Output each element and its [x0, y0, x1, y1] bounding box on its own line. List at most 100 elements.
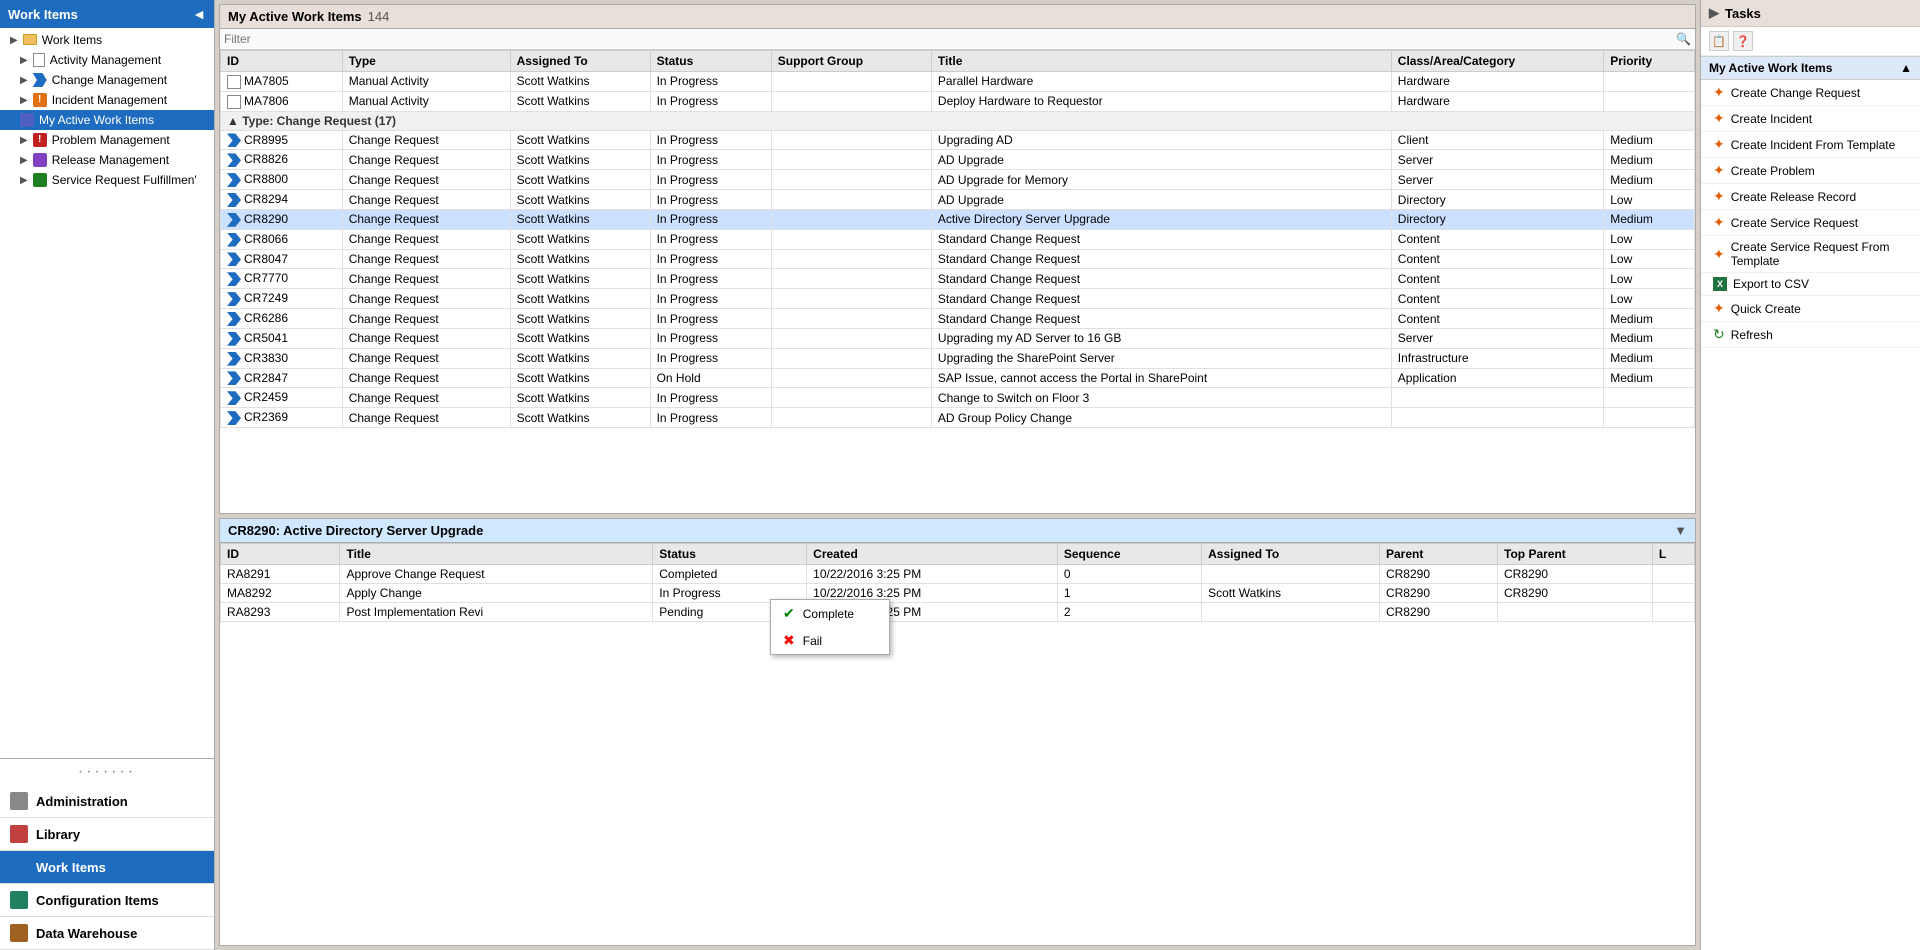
sidebar-bottom-data-warehouse[interactable]: Data Warehouse	[0, 917, 214, 950]
table-row[interactable]: CR8294 Change Request Scott Watkins In P…	[221, 190, 1695, 210]
cr-icon	[227, 233, 241, 247]
action-create-service-request[interactable]: ✦Create Service Request	[1701, 210, 1920, 236]
tasks-header: ▶ Tasks	[1701, 0, 1920, 27]
collapse-detail-btn[interactable]: ▼	[1674, 523, 1687, 538]
table-row[interactable]: CR5041 Change Request Scott Watkins In P…	[221, 328, 1695, 348]
table-row[interactable]: CR2847 Change Request Scott Watkins On H…	[221, 368, 1695, 388]
sidebar-item-my-active-work-items[interactable]: My Active Work Items	[0, 110, 214, 130]
action-label: Create Change Request	[1731, 86, 1860, 100]
action-create-incident-from-template[interactable]: ✦Create Incident From Template	[1701, 132, 1920, 158]
action-create-release-record[interactable]: ✦Create Release Record	[1701, 184, 1920, 210]
detail-table-container[interactable]: ID Title Status Created Sequence Assigne…	[220, 543, 1695, 945]
context-menu-fail[interactable]: ✖ Fail	[771, 627, 889, 654]
sidebar-bottom-configuration-items[interactable]: Configuration Items	[0, 884, 214, 917]
table-row[interactable]: CR8290 Change Request Scott Watkins In P…	[221, 209, 1695, 229]
col-status: Status	[650, 51, 771, 72]
sidebar-bottom-work-items[interactable]: Work Items	[0, 851, 214, 884]
cell-class: Client	[1391, 130, 1603, 150]
action-create-incident[interactable]: ✦Create Incident	[1701, 106, 1920, 132]
sidebar-bottom-administration[interactable]: Administration	[0, 785, 214, 818]
cell-id: CR7249	[221, 289, 343, 309]
sidebar-item-problem-management[interactable]: ▶ ! Problem Management	[0, 130, 214, 150]
right-section-collapse[interactable]: ▲	[1900, 61, 1912, 75]
cell-title: Standard Change Request	[931, 309, 1391, 329]
tasks-expand-arrow[interactable]: ▶	[1709, 5, 1719, 21]
sidebar-item-change-management[interactable]: ▶ Change Management	[0, 70, 214, 90]
table-row[interactable]: CR8066 Change Request Scott Watkins In P…	[221, 229, 1695, 249]
sidebar-item-activity-management[interactable]: ▶ Activity Management	[0, 50, 214, 70]
cell-priority: Medium	[1604, 150, 1695, 170]
action-quick-create[interactable]: ✦Quick Create	[1701, 296, 1920, 322]
col-title: Title	[931, 51, 1391, 72]
cell-assigned-to: Scott Watkins	[510, 408, 650, 428]
action-export-to-csv[interactable]: XExport to CSV	[1701, 273, 1920, 296]
table-row[interactable]: MA7805 Manual Activity Scott Watkins In …	[221, 72, 1695, 92]
cell-assigned-to: Scott Watkins	[510, 209, 650, 229]
star-icon: ✦	[1713, 84, 1725, 101]
cell-assigned-to: Scott Watkins	[510, 309, 650, 329]
table-row[interactable]: CR8995 Change Request Scott Watkins In P…	[221, 130, 1695, 150]
action-refresh[interactable]: ↻Refresh	[1701, 322, 1920, 348]
nav-label: Activity Management	[50, 53, 161, 67]
filter-input[interactable]	[224, 32, 1676, 46]
cell-priority	[1604, 72, 1695, 92]
dcell-status: Completed	[653, 565, 807, 584]
cell-class: Directory	[1391, 190, 1603, 210]
table-row[interactable]: CR7770 Change Request Scott Watkins In P…	[221, 269, 1695, 289]
group-expand[interactable]: ▲	[227, 114, 239, 128]
right-sidebar: ▶ Tasks 📋 ❓ My Active Work Items ▲ ✦Crea…	[1700, 0, 1920, 950]
detail-table-row[interactable]: RA8293 Post Implementation Revi Pending …	[221, 603, 1695, 622]
sidebar-collapse-btn[interactable]: ◄	[192, 6, 206, 22]
cell-title: Standard Change Request	[931, 249, 1391, 269]
sidebar-item-service-request[interactable]: ▶ Service Request Fulfillmen'	[0, 170, 214, 190]
dcell-parent: CR8290	[1379, 565, 1497, 584]
cell-assigned-to: Scott Watkins	[510, 229, 650, 249]
cell-type: Change Request	[342, 328, 510, 348]
table-row[interactable]: CR8800 Change Request Scott Watkins In P…	[221, 170, 1695, 190]
col-type: Type	[342, 51, 510, 72]
sidebar-item-incident-management[interactable]: ▶ ! Incident Management	[0, 90, 214, 110]
dcell-top-parent: CR8290	[1498, 584, 1653, 603]
action-create-service-request-from-template[interactable]: ✦Create Service Request From Template	[1701, 236, 1920, 273]
col-priority: Priority	[1604, 51, 1695, 72]
table-row[interactable]: CR2369 Change Request Scott Watkins In P…	[221, 408, 1695, 428]
table-row[interactable]: MA7806 Manual Activity Scott Watkins In …	[221, 91, 1695, 111]
table-row[interactable]: CR3830 Change Request Scott Watkins In P…	[221, 348, 1695, 368]
cell-status: In Progress	[650, 72, 771, 92]
table-row[interactable]: CR6286 Change Request Scott Watkins In P…	[221, 309, 1695, 329]
work-items-table-container[interactable]: ID Type Assigned To Status Support Group…	[220, 50, 1695, 513]
table-row[interactable]: CR8047 Change Request Scott Watkins In P…	[221, 249, 1695, 269]
group-label: Type: Change Request (17)	[242, 114, 396, 128]
cell-id: CR8826	[221, 150, 343, 170]
sidebar-item-release-management[interactable]: ▶ Release Management	[0, 150, 214, 170]
admin-icon	[10, 792, 28, 810]
tasks-help-btn[interactable]: ❓	[1733, 31, 1753, 51]
table-row[interactable]: ▲ Type: Change Request (17)	[221, 111, 1695, 130]
table-row[interactable]: CR2459 Change Request Scott Watkins In P…	[221, 388, 1695, 408]
cell-status: In Progress	[650, 348, 771, 368]
expand-arrow: ▶	[20, 175, 28, 186]
table-row[interactable]: CR7249 Change Request Scott Watkins In P…	[221, 289, 1695, 309]
dw-icon	[10, 924, 28, 942]
action-create-change-request[interactable]: ✦ Create Change Request	[1701, 80, 1920, 106]
dcell-assigned-to	[1202, 603, 1380, 622]
panel-title: My Active Work Items	[228, 9, 362, 24]
cell-assigned-to: Scott Watkins	[510, 72, 650, 92]
sidebar-bottom-library[interactable]: Library	[0, 818, 214, 851]
cell-priority: Medium	[1604, 368, 1695, 388]
cell-assigned-to: Scott Watkins	[510, 130, 650, 150]
cell-title: Upgrading my AD Server to 16 GB	[931, 328, 1391, 348]
context-menu-complete[interactable]: ✔ Complete	[771, 600, 889, 627]
nav-label: Problem Management	[52, 133, 170, 147]
sidebar-item-work-items-root[interactable]: ▶ Work Items	[0, 30, 214, 50]
tasks-clipboard-btn[interactable]: 📋	[1709, 31, 1729, 51]
cell-title: AD Group Policy Change	[931, 408, 1391, 428]
dcol-parent: Parent	[1379, 544, 1497, 565]
table-row[interactable]: CR8826 Change Request Scott Watkins In P…	[221, 150, 1695, 170]
detail-table-row[interactable]: RA8291 Approve Change Request Completed …	[221, 565, 1695, 584]
cell-title: Upgrading the SharePoint Server	[931, 348, 1391, 368]
cell-support-group	[771, 130, 931, 150]
cell-priority	[1604, 408, 1695, 428]
detail-table-row[interactable]: MA8292 Apply Change In Progress 10/22/20…	[221, 584, 1695, 603]
action-create-problem[interactable]: ✦Create Problem	[1701, 158, 1920, 184]
